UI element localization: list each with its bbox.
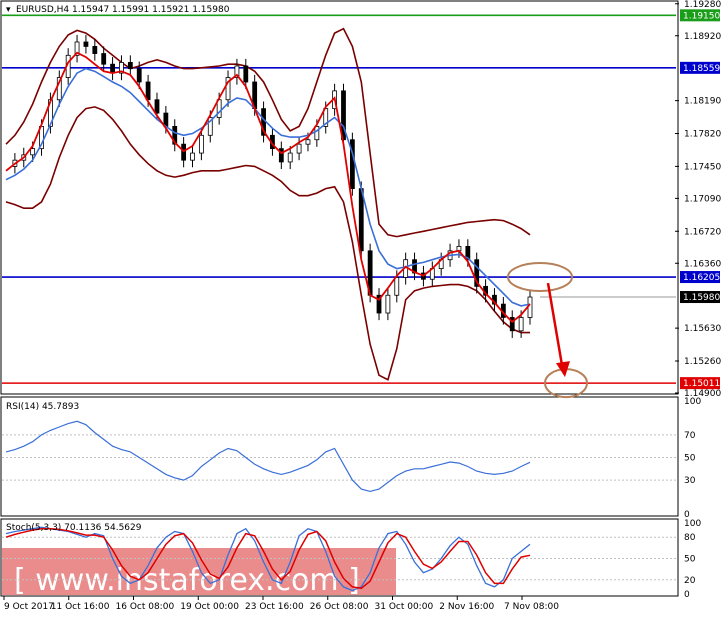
price-tick-label: 1.16360: [684, 259, 721, 269]
level-tag-label: 1.16205: [683, 273, 720, 283]
candle-body: [92, 46, 98, 54]
price-tick-label: 1.17090: [684, 194, 721, 204]
level-tag-label: 1.19150: [683, 11, 720, 21]
rsi-tick-label: 70: [684, 431, 696, 441]
stoch-tick-label: 50: [684, 555, 696, 565]
stoch-tick-label: 80: [684, 533, 696, 543]
candle-body: [305, 139, 311, 145]
rsi-tick-label: 30: [684, 476, 696, 486]
candle-body: [394, 277, 400, 296]
symbol-header: EURUSD,H4 1.15947 1.15991 1.15921 1.1598…: [16, 5, 230, 15]
price-tick-label: 1.18920: [684, 32, 721, 42]
watermark-text: [ www.instaforex.com ]: [14, 563, 360, 598]
time-tick-label: 11 Oct 16:00: [51, 602, 110, 612]
main-price-ticks: 1.19280 1.18920 1.18190 1.17820 1.17450 1.170…: [675, 0, 721, 399]
candle-body: [243, 65, 249, 83]
price-tick-label: 1.17820: [684, 130, 721, 140]
candle-body: [145, 81, 151, 101]
time-tick-label: 9 Oct 2017: [4, 602, 54, 612]
rsi-header: RSI(14) 45.7893: [6, 402, 79, 412]
candle-body: [154, 99, 160, 114]
price-tick-label: 1.15630: [684, 324, 721, 334]
time-tick-label: 31 Oct 00:00: [375, 602, 434, 612]
price-tick-label: 1.16720: [684, 227, 721, 237]
candle-body: [358, 188, 364, 252]
level-tag-label: 1.15011: [683, 379, 720, 389]
candle-body: [527, 296, 533, 318]
time-tick-label: 23 Oct 16:00: [245, 602, 304, 612]
candle-body: [127, 62, 133, 70]
candle-body: [110, 63, 115, 74]
symbol-arrow-icon: ▾: [6, 5, 11, 15]
level-tag-label: 1.18559: [683, 64, 720, 74]
rsi-tick-label: 100: [684, 397, 701, 407]
candle-body: [190, 152, 195, 161]
chart-canvas: [ www.instaforex.com ] 1.192801.189201.1…: [0, 0, 721, 612]
time-axis: 9 Oct 201711 Oct 16:00 16 Oct 08:00 19 Oct…: [3, 596, 559, 612]
price-tick-label: 1.15260: [684, 357, 721, 367]
time-tick-label: 2 Nov 16:00: [439, 602, 494, 612]
candle-body: [296, 143, 302, 154]
stoch-tick-label: 100: [684, 519, 701, 529]
candle-body: [518, 317, 524, 332]
stoch-header: Stoch(5,3,3) 70.1136 54.5629: [6, 523, 142, 533]
rsi-tick-label: 50: [684, 454, 696, 464]
candle-body: [385, 294, 391, 314]
candle-body: [198, 134, 204, 154]
candle-body: [136, 68, 142, 83]
stoch-tick-label: 0: [684, 590, 690, 600]
price-tick-label: 1.17450: [684, 162, 721, 172]
level-tag-label: 1.15980: [683, 293, 720, 303]
time-tick-label: 7 Nov 08:00: [504, 602, 559, 612]
candle-body: [101, 53, 107, 65]
candle-body: [314, 126, 320, 141]
candle-body: [30, 148, 36, 156]
stoch-tick-label: 20: [684, 576, 696, 586]
price-tick-label: 1.19280: [684, 0, 721, 10]
price-tick-label: 1.18190: [684, 97, 721, 107]
candle-body: [83, 41, 89, 47]
time-tick-label: 26 Oct 08:00: [310, 602, 369, 612]
time-tick-label: 19 Oct 00:00: [180, 602, 239, 612]
candle-body: [287, 152, 293, 163]
time-tick-label: 16 Oct 08:00: [116, 602, 175, 612]
